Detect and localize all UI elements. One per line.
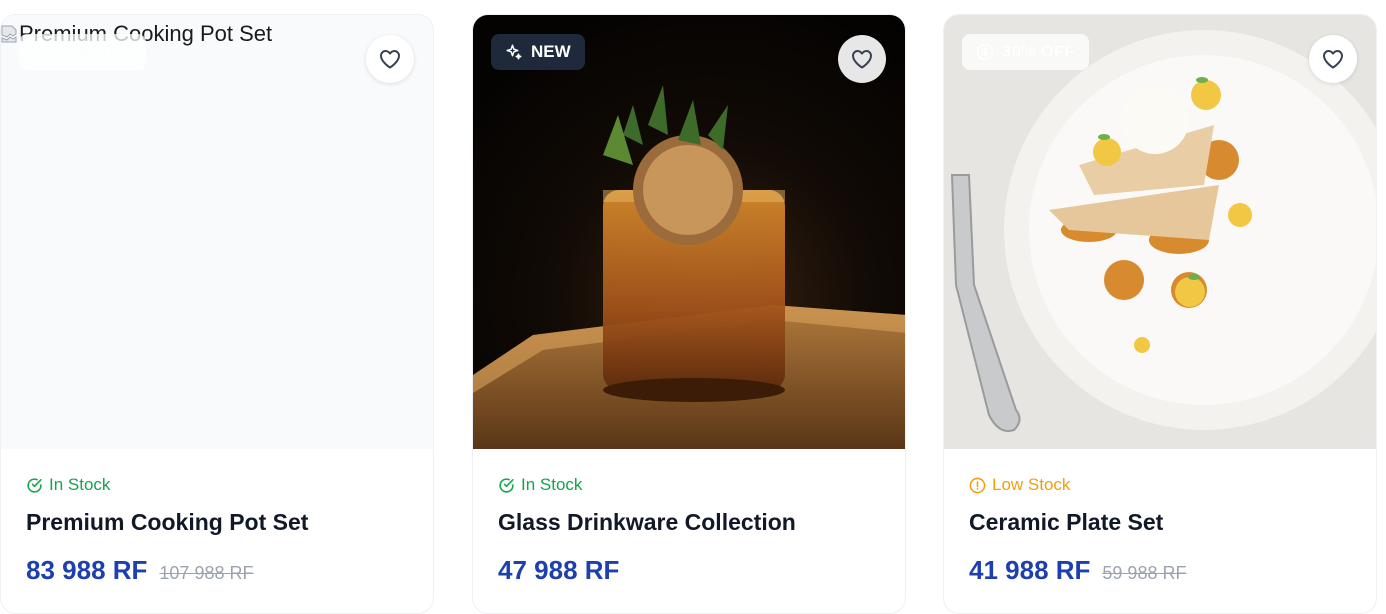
product-title[interactable]: Premium Cooking Pot Set bbox=[26, 509, 308, 536]
heart-icon bbox=[380, 50, 400, 69]
product-image[interactable]: 30% OFF bbox=[944, 15, 1376, 449]
broken-image-icon bbox=[1, 25, 17, 43]
current-price: 41 988 RF bbox=[969, 555, 1091, 585]
check-circle-icon bbox=[499, 477, 514, 493]
stock-status: In Stock bbox=[498, 475, 582, 495]
dollar-circle-icon bbox=[976, 43, 994, 61]
dessert-plate-image bbox=[944, 15, 1376, 449]
original-price: 107 988 RF bbox=[159, 563, 254, 583]
discount-badge: 22% OFF bbox=[19, 34, 146, 70]
check-circle-icon bbox=[27, 477, 42, 493]
sparkles-icon bbox=[506, 44, 522, 60]
product-card[interactable]: 30% OFF Low Stock Ceramic Plate Set 41 9… bbox=[943, 14, 1377, 614]
favorite-button[interactable] bbox=[366, 35, 414, 83]
current-price: 83 988 RF bbox=[26, 555, 148, 585]
stock-status: In Stock bbox=[26, 475, 110, 495]
heart-icon bbox=[852, 50, 872, 69]
product-image[interactable]: NEW bbox=[473, 15, 905, 449]
discount-badge: 30% OFF bbox=[962, 34, 1089, 70]
stock-status: Low Stock bbox=[969, 475, 1070, 495]
product-card[interactable]: Premium Cooking Pot Set 22% OFF In Stock… bbox=[0, 14, 434, 614]
price-row: 83 988 RF 107 988 RF bbox=[26, 555, 253, 586]
discount-label: 30% OFF bbox=[1002, 42, 1075, 61]
favorite-button[interactable] bbox=[838, 35, 886, 83]
alert-circle-icon bbox=[969, 477, 986, 493]
favorite-button[interactable] bbox=[1309, 35, 1357, 83]
price-row: 41 988 RF 59 988 RF bbox=[969, 555, 1186, 586]
stock-label: In Stock bbox=[521, 475, 583, 494]
product-title[interactable]: Ceramic Plate Set bbox=[969, 509, 1163, 536]
product-card[interactable]: NEW In Stock Glass Drinkware Collection … bbox=[472, 14, 906, 614]
current-price: 47 988 RF bbox=[498, 555, 620, 585]
stock-label: Low Stock bbox=[992, 475, 1071, 494]
product-image[interactable]: Premium Cooking Pot Set 22% OFF bbox=[1, 15, 433, 449]
product-title[interactable]: Glass Drinkware Collection bbox=[498, 509, 796, 536]
price-row: 47 988 RF bbox=[498, 555, 619, 586]
dollar-circle-icon bbox=[33, 43, 51, 61]
discount-label: 22% OFF bbox=[59, 42, 132, 61]
new-label: NEW bbox=[531, 42, 571, 61]
new-badge: NEW bbox=[491, 34, 585, 70]
stock-label: In Stock bbox=[49, 475, 111, 494]
original-price: 59 988 RF bbox=[1102, 563, 1187, 583]
cocktail-glass-image bbox=[473, 15, 905, 449]
heart-icon bbox=[1323, 50, 1343, 69]
